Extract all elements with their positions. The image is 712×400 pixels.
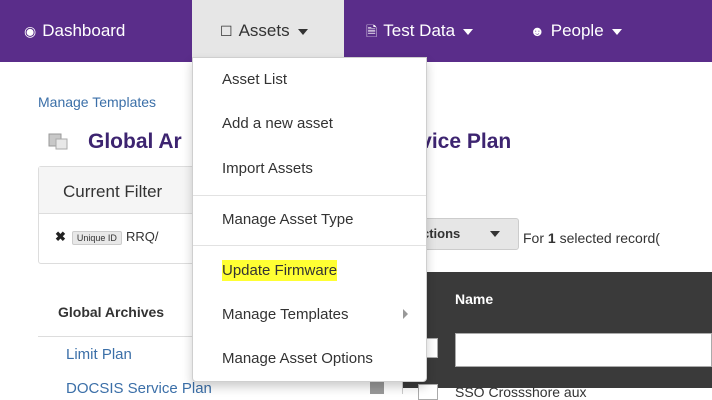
selected-prefix: For — [523, 230, 548, 246]
sidebar-item-docsis-service-plan[interactable]: DOCSIS Service Plan — [66, 380, 212, 397]
filter-tag: Unique ID — [71, 230, 122, 245]
chevron-right-icon — [403, 309, 408, 319]
menu-item-manage-templates[interactable]: Manage Templates — [193, 297, 426, 333]
menu-item-label: Asset List — [222, 71, 288, 88]
caret-down-icon — [490, 231, 500, 237]
nav-people-label: People — [550, 21, 604, 40]
people-icon: ☻ — [530, 23, 545, 39]
close-icon[interactable]: ✖ — [55, 229, 66, 244]
row-checkbox[interactable] — [418, 384, 438, 400]
nav-test-data-label: Test Data — [383, 21, 456, 40]
chevron-down-icon — [297, 28, 308, 35]
menu-item-manage-asset-type[interactable]: Manage Asset Type — [193, 202, 426, 238]
nav-dashboard[interactable]: ◉ Dashboard — [24, 0, 125, 62]
page-title-left: Global Ar — [88, 130, 182, 153]
menu-item-import-assets[interactable]: Import Assets — [193, 151, 426, 187]
top-navbar: ◉ Dashboard ☐ Assets 🗎 Test Data ☻ People — [0, 0, 712, 62]
menu-item-label: Import Assets — [222, 160, 313, 177]
nav-dashboard-label: Dashboard — [42, 21, 126, 40]
menu-item-label: Manage Asset Type — [222, 211, 354, 228]
sidebar-title: Global Archives — [58, 304, 165, 320]
filter-row: ✖ Unique ID RRQ/ — [55, 229, 158, 245]
menu-item-add-asset[interactable]: Add a new asset — [193, 106, 426, 142]
nav-test-data[interactable]: 🗎 Test Data — [366, 0, 474, 62]
divider — [193, 195, 426, 196]
filter-title: Current Filter — [63, 182, 163, 201]
table-row[interactable]: SSO Crossshore aux — [455, 384, 587, 400]
square-icon: ☐ — [220, 23, 233, 39]
chevron-down-icon — [611, 28, 622, 35]
nav-assets[interactable]: ☐ Assets — [192, 0, 344, 62]
menu-item-label: Manage Asset Options — [222, 350, 373, 367]
divider — [193, 245, 426, 246]
assets-dropdown-menu: Asset List Add a new asset Import Assets… — [192, 57, 427, 382]
table-header — [403, 272, 712, 388]
filter-header: Current Filter — [39, 167, 195, 214]
dashboard-icon: ◉ — [24, 23, 37, 39]
chevron-down-icon — [463, 28, 474, 35]
menu-item-label: Add a new asset — [222, 115, 333, 132]
menu-item-asset-list[interactable]: Asset List — [193, 62, 426, 98]
template-icon — [48, 133, 68, 150]
scrollbar-thumb[interactable] — [370, 380, 384, 394]
filter-value: RRQ/ — [125, 229, 159, 244]
current-filter-panel: Current Filter ✖ Unique ID RRQ/ — [38, 166, 196, 264]
menu-item-manage-asset-options[interactable]: Manage Asset Options — [193, 341, 426, 377]
actions-label: ctions — [422, 226, 461, 241]
breadcrumb[interactable]: Manage Templates — [38, 94, 156, 110]
nav-assets-label: Assets — [238, 21, 290, 40]
menu-item-label: Update Firmware — [222, 260, 338, 281]
selected-suffix: selected record( — [555, 230, 660, 246]
selected-records-text: For 1 selected record( — [523, 230, 660, 246]
sidebar-item-limit-plan[interactable]: Limit Plan — [66, 346, 132, 363]
menu-item-update-firmware[interactable]: Update Firmware — [193, 253, 426, 289]
document-icon: 🗎 — [366, 23, 378, 39]
divider — [38, 336, 194, 337]
menu-item-label: Manage Templates — [222, 306, 349, 323]
nav-people[interactable]: ☻ People — [530, 0, 622, 62]
column-header-name[interactable]: Name — [455, 291, 493, 307]
name-filter-input[interactable] — [455, 333, 712, 367]
selected-count: 1 — [547, 230, 556, 246]
